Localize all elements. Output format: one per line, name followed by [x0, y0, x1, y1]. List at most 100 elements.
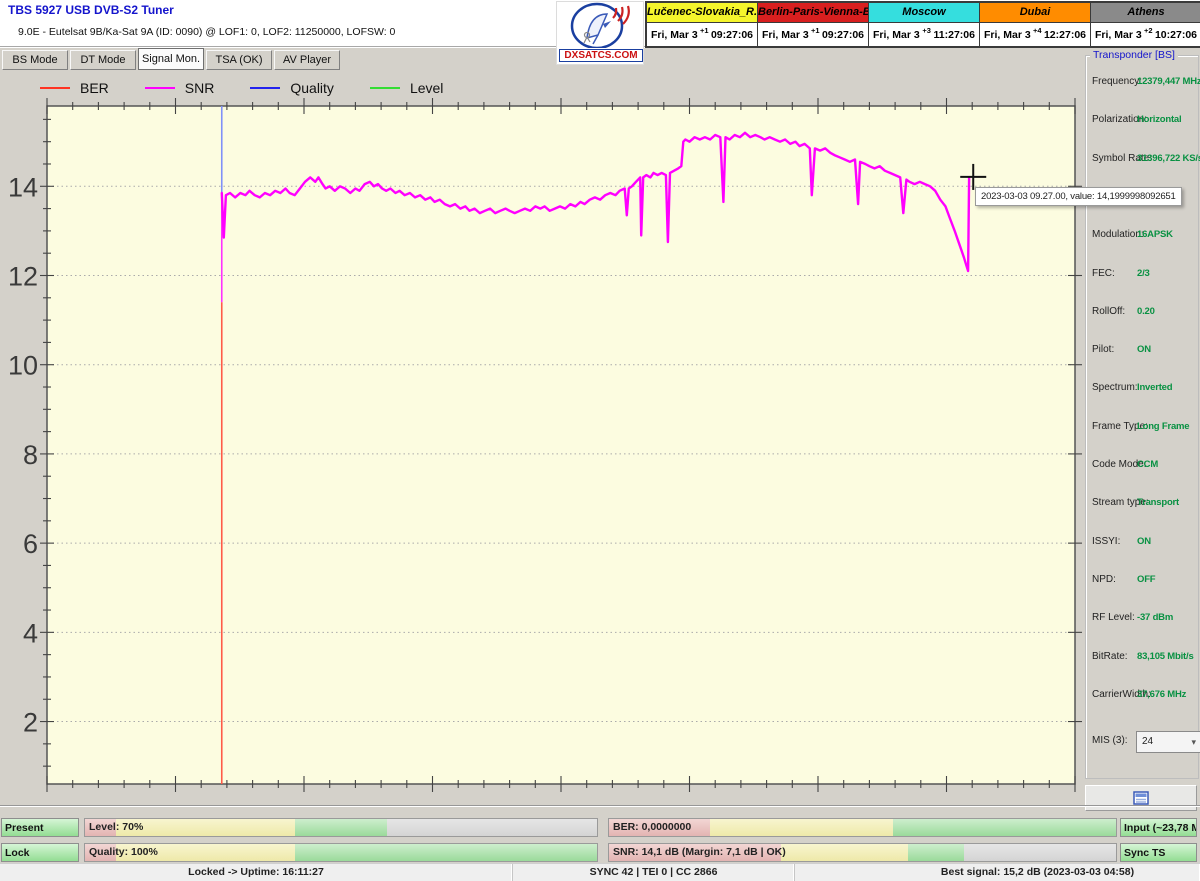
- field-value: OFF: [1137, 574, 1155, 585]
- meter-level: Level: 70%: [84, 818, 598, 837]
- tab-signal-mon-[interactable]: Signal Mon.: [138, 48, 204, 70]
- field-value: Inverted: [1137, 382, 1172, 393]
- meter-segment-yellow: [781, 844, 908, 861]
- field-label: BitRate:: [1092, 651, 1128, 662]
- meter-segment-green: [295, 819, 387, 836]
- tab-bs-mode[interactable]: BS Mode: [2, 50, 68, 70]
- field-value: 0.20: [1137, 306, 1155, 317]
- transponder-row-streamtype: Stream type:Transport: [1086, 497, 1198, 511]
- legend-item-quality: Quality: [250, 80, 334, 96]
- meter-segments: [85, 819, 597, 836]
- legend-label: Level: [410, 80, 443, 96]
- legend-item-snr: SNR: [145, 80, 215, 96]
- clock-time: Fri, Mar 3+311:27:06: [869, 23, 979, 46]
- chart-tooltip: 2023-03-03 09.27.00, value: 14,199999809…: [975, 187, 1182, 206]
- meter-segment-green: [295, 844, 597, 861]
- meter-label: SNR: 14,1 dB (Margin: 7,1 dB | OK): [613, 844, 786, 861]
- legend-color-line: [370, 87, 400, 89]
- field-value: 31396,722 KS/s: [1137, 153, 1200, 164]
- legend-label: Quality: [290, 80, 334, 96]
- separator: [0, 805, 1200, 807]
- status-chunk-input: Input (~23,78 Mbps): [1120, 818, 1197, 837]
- y-axis-label: 8: [23, 440, 38, 470]
- status-best-signal: Best signal: 15,2 dB (2023-03-03 04:58): [795, 864, 1200, 881]
- chart-legend: BER SNR Quality Level: [40, 78, 479, 98]
- meter-label: Level: 70%: [89, 819, 143, 836]
- transponder-row-npd: NPD:OFF: [1086, 574, 1198, 588]
- transponder-row-pilot: Pilot: ON: [1086, 344, 1198, 358]
- signal-monitor-panel: BERSNRQualityLevel 2468101214: [0, 70, 1084, 815]
- tab-tsa-ok-[interactable]: TSA (OK): [206, 50, 272, 70]
- window-title: TBS 5927 USB DVB-S2 Tuner: [8, 3, 174, 17]
- field-label: Frequency:: [1092, 76, 1142, 87]
- field-label: FEC:: [1092, 268, 1115, 279]
- field-value: ON: [1137, 536, 1151, 547]
- legend-item-level: Level: [370, 80, 443, 96]
- y-axis-label: 2: [23, 708, 38, 738]
- legend-label: BER: [80, 80, 109, 96]
- clock-1: Berlin-Paris-Vienna-BelgradeFri, Mar 3+1…: [758, 3, 869, 46]
- status-lock-uptime: Locked -> Uptime: 16:11:27: [0, 864, 513, 881]
- clock-value: 09:27:06: [822, 29, 864, 41]
- tuner-info-line: 9.0E - Eutelsat 9B/Ka-Sat 9A (ID: 0090) …: [18, 26, 395, 38]
- field-label: Spectrum:: [1092, 382, 1138, 393]
- clock-utc-offset: +3: [922, 26, 931, 35]
- meter-segment-green: [908, 844, 964, 861]
- clock-0: Lučenec-Slovakia_R.DávidFri, Mar 3+109:2…: [647, 3, 758, 46]
- ts-info-button[interactable]: [1085, 785, 1197, 811]
- transponder-row-frequency: Frequency:12379,447 MHz: [1086, 76, 1198, 90]
- status-chunk-lock: Lock: [1, 843, 79, 862]
- legend-label: SNR: [185, 80, 215, 96]
- tab-dt-mode[interactable]: DT Mode: [70, 50, 136, 70]
- clock-city-label: Athens: [1091, 3, 1200, 23]
- field-value: Long Frame: [1137, 421, 1189, 432]
- transponder-row-bitrate: BitRate:83,105 Mbit/s: [1086, 651, 1198, 665]
- transponder-row-frametype: Frame Type:Long Frame: [1086, 421, 1198, 435]
- field-label: ISSYI:: [1092, 536, 1120, 547]
- clock-time: Fri, Mar 3+412:27:06: [980, 23, 1090, 46]
- legend-color-line: [250, 87, 280, 89]
- clock-city-label: Berlin-Paris-Vienna-Belgrade: [758, 3, 868, 23]
- status-chunk-sync-ts: Sync TS: [1120, 843, 1197, 862]
- transponder-panel-title: Transponder [BS]: [1090, 49, 1178, 61]
- meter-quality: Quality: 100%: [84, 843, 598, 862]
- clock-date: Fri, Mar 3: [984, 29, 1031, 41]
- y-axis-label: 12: [8, 262, 38, 292]
- field-label: RollOff:: [1092, 306, 1125, 317]
- snr-history-chart[interactable]: 2468101214: [0, 70, 1084, 815]
- meter-label: Quality: 100%: [89, 844, 158, 861]
- field-label: Pilot:: [1092, 344, 1114, 355]
- transponder-row-polarization: Polarization:Horizontal: [1086, 114, 1198, 128]
- satellite-dish-icon: [557, 2, 641, 48]
- legend-color-line: [145, 87, 175, 89]
- clock-value: 12:27:06: [1044, 29, 1086, 41]
- field-label: RF Level:: [1092, 612, 1135, 623]
- mis-dropdown[interactable]: 24 ▾: [1136, 731, 1200, 753]
- clock-city-label: Lučenec-Slovakia_R.Dávid: [647, 3, 757, 23]
- signal-meter-row-1: PresentLevel: 70%BER: 0,0000000Input (~2…: [0, 818, 1200, 839]
- field-value: 12379,447 MHz: [1137, 76, 1200, 87]
- transponder-row-spectrum: Spectrum:Inverted: [1086, 382, 1198, 396]
- meter-segments: [85, 844, 597, 861]
- clock-date: Fri, Mar 3: [651, 29, 698, 41]
- clock-utc-offset: +1: [811, 26, 820, 35]
- meter-label: BER: 0,0000000: [613, 819, 691, 836]
- legend-color-line: [40, 87, 70, 89]
- y-axis-label: 14: [8, 172, 38, 202]
- clock-city-label: Moscow: [869, 3, 979, 23]
- clock-utc-offset: +4: [1033, 26, 1042, 35]
- chevron-down-icon: ▾: [1191, 732, 1196, 752]
- y-axis-label: 10: [8, 351, 38, 381]
- clock-3: DubaiFri, Mar 3+412:27:06: [980, 3, 1091, 46]
- field-value: ON: [1137, 344, 1151, 355]
- field-value: Transport: [1137, 497, 1179, 508]
- transponder-row-symbolrate: Symbol Rate:31396,722 KS/s: [1086, 153, 1198, 167]
- y-axis-label: 6: [23, 529, 38, 559]
- logo-text: DXSATCS.COM: [559, 49, 643, 62]
- clock-utc-offset: +2: [1144, 26, 1153, 35]
- tab-av-player[interactable]: AV Player: [274, 50, 340, 70]
- field-value: 2/3: [1137, 268, 1150, 279]
- field-label: Modulation:: [1092, 229, 1144, 240]
- meter-ber: BER: 0,0000000: [608, 818, 1117, 837]
- clock-value: 10:27:06: [1155, 29, 1197, 41]
